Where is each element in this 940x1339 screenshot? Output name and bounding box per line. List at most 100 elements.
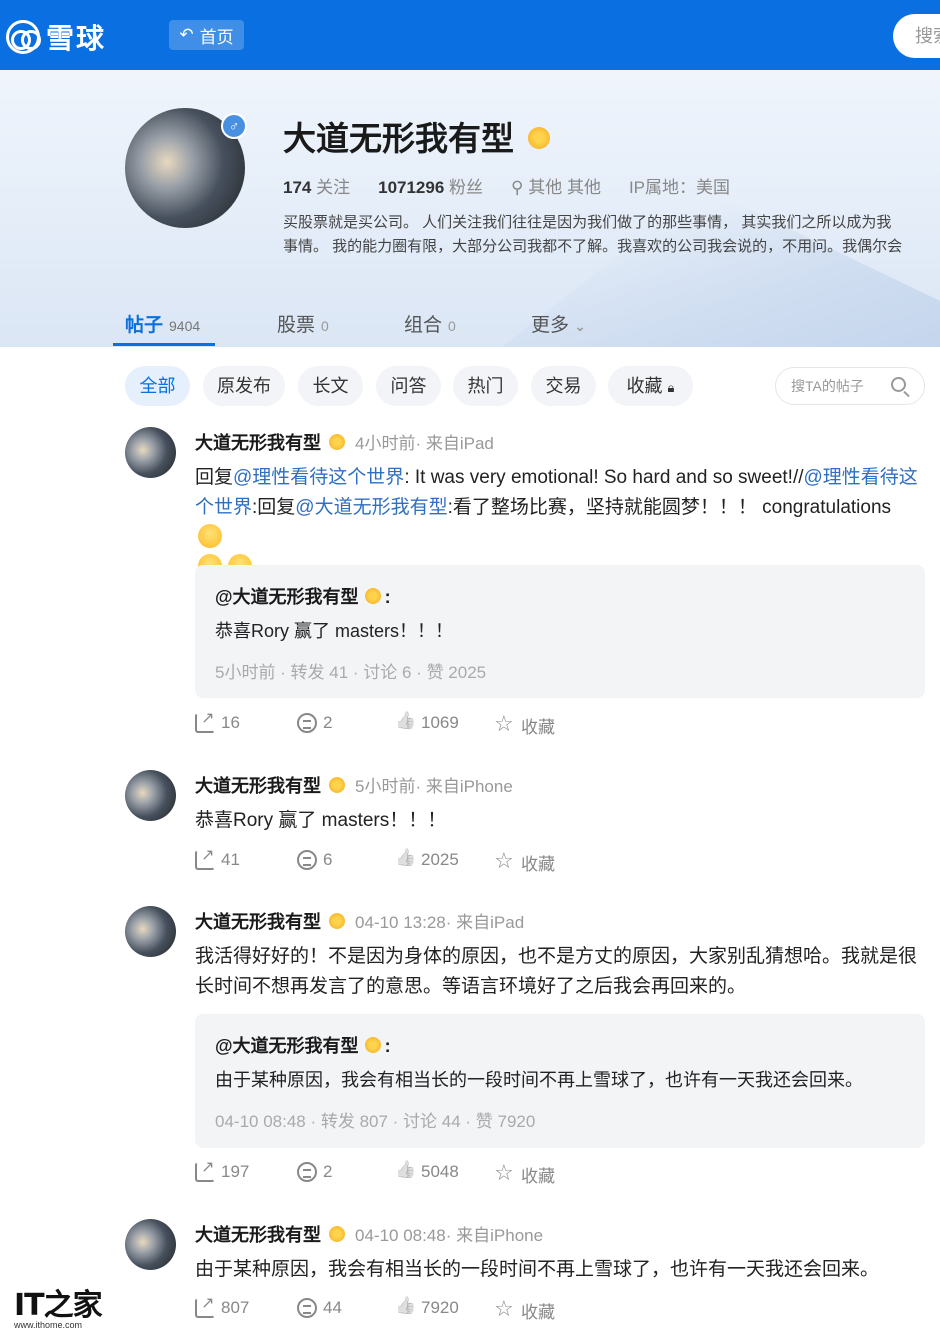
global-search-input[interactable]: 搜索 bbox=[893, 14, 940, 58]
filter-favorites[interactable]: 收藏 🔒︎ bbox=[608, 366, 693, 406]
post-avatar[interactable] bbox=[125, 1219, 176, 1270]
post-header: 大道无形我有型 4小时前· 来自iPad bbox=[195, 429, 494, 455]
filter-all[interactable]: 全部 bbox=[125, 366, 190, 406]
filter-original[interactable]: 原发布 bbox=[203, 366, 285, 406]
top-nav-bar: 雪球 ↶ 首页 搜索 bbox=[0, 0, 940, 70]
like-button[interactable]: 2025 bbox=[395, 850, 459, 870]
verified-badge-icon bbox=[329, 434, 345, 451]
tab-posts[interactable]: 帖子 9404 bbox=[125, 310, 200, 337]
post-avatar[interactable] bbox=[125, 427, 176, 478]
share-button[interactable]: 807 bbox=[195, 1293, 250, 1318]
following-stat[interactable]: 174 关注 bbox=[283, 173, 350, 198]
profile-name: 大道无形我有型 bbox=[283, 120, 514, 157]
profile-name-row: 大道无形我有型 bbox=[283, 112, 550, 160]
share-icon bbox=[195, 708, 215, 733]
quoted-text: 恭喜Rory 赢了 masters！！！ bbox=[215, 621, 454, 641]
filter-hot[interactable]: 热门 bbox=[453, 366, 518, 406]
like-button[interactable]: 5048 bbox=[395, 1162, 459, 1182]
post-card: 大道无形我有型 04-10 08:48· 来自iPhone 由于某种原因，我会有相… bbox=[0, 1219, 940, 1334]
like-button[interactable]: 7920 bbox=[395, 1298, 459, 1318]
post-author[interactable]: 大道无形我有型 bbox=[195, 912, 321, 932]
post-actions: 16 2 1069 收藏 bbox=[195, 708, 615, 739]
chevron-down-icon: ⌄ bbox=[574, 318, 587, 334]
quoted-author-row: @大道无形我有型: bbox=[215, 1036, 391, 1056]
followers-stat[interactable]: 1071296 粉丝 bbox=[378, 173, 483, 198]
tab-more-label: 更多 bbox=[531, 315, 570, 336]
quoted-author[interactable]: @大道无形我有型 bbox=[215, 587, 359, 607]
post-actions: 197 2 5048 收藏 bbox=[195, 1157, 615, 1188]
tab-stocks-count: 0 bbox=[321, 318, 329, 334]
share-button[interactable]: 197 bbox=[195, 1157, 249, 1182]
post-meta: 04-10 13:28· 来自iPad bbox=[355, 913, 525, 932]
post-author[interactable]: 大道无形我有型 bbox=[195, 776, 321, 796]
post-author[interactable]: 大道无形我有型 bbox=[195, 1225, 321, 1245]
logo-text: 雪球 bbox=[46, 23, 107, 54]
like-button[interactable]: 1069 bbox=[395, 713, 459, 733]
followers-count: 1071296 bbox=[378, 178, 445, 197]
filter-trade[interactable]: 交易 bbox=[531, 366, 596, 406]
tab-posts-label: 帖子 bbox=[125, 315, 164, 336]
mention-link[interactable]: @理性看待这个世界 bbox=[233, 467, 404, 488]
post-text: 我活得好好的！不是因为身体的原因，也不是方丈的原因，大家别乱猜想哈。我就是很长时… bbox=[195, 946, 918, 997]
profile-bio: 买股票就是买公司。 人们关注我们往往是因为我们做了的那些事情， 其实我们之所以成… bbox=[283, 211, 940, 259]
post-header: 大道无形我有型 04-10 08:48· 来自iPhone bbox=[195, 1221, 543, 1247]
verified-badge-icon bbox=[329, 913, 345, 930]
quoted-post[interactable]: @大道无形我有型: 由于某种原因，我会有相当长的一段时间不再上雪球了，也许有一天… bbox=[195, 1014, 925, 1148]
comment-button[interactable]: 2 bbox=[297, 1162, 332, 1182]
share-button[interactable]: 41 bbox=[195, 845, 240, 870]
post-text-part: 回复 bbox=[195, 467, 234, 488]
tab-portfolios[interactable]: 组合 0 bbox=[404, 310, 456, 337]
home-button[interactable]: ↶ 首页 bbox=[169, 20, 244, 50]
active-tab-indicator bbox=[113, 343, 215, 346]
tab-more[interactable]: 更多 ⌄ bbox=[531, 310, 586, 337]
favorite-button[interactable]: 收藏 bbox=[494, 711, 555, 738]
share-icon bbox=[195, 845, 215, 870]
comment-button[interactable]: 6 bbox=[297, 850, 332, 870]
thumbs-up-icon bbox=[395, 713, 415, 733]
share-count: 807 bbox=[221, 1298, 250, 1317]
share-button[interactable]: 16 bbox=[195, 708, 240, 733]
share-count: 16 bbox=[221, 713, 240, 732]
home-label: 首页 bbox=[199, 27, 234, 47]
return-icon: ↶ bbox=[179, 25, 194, 44]
filter-long-article[interactable]: 长文 bbox=[298, 366, 363, 406]
tab-stocks[interactable]: 股票 0 bbox=[277, 310, 329, 337]
profile-tabs: 帖子 9404 股票 0 组合 0 更多 ⌄ bbox=[0, 308, 940, 347]
quoted-author[interactable]: @大道无形我有型 bbox=[215, 1036, 359, 1056]
favorite-button[interactable]: 收藏 bbox=[494, 1160, 555, 1187]
favorite-label: 收藏 bbox=[521, 1303, 555, 1322]
comment-icon bbox=[297, 713, 317, 733]
xueqiu-logo-icon bbox=[6, 20, 41, 54]
filter-favorites-label: 收藏 bbox=[626, 376, 663, 396]
followers-label: 粉丝 bbox=[449, 178, 484, 197]
post-header: 大道无形我有型 5小时前· 来自iPhone bbox=[195, 772, 513, 798]
following-count: 174 bbox=[283, 178, 312, 197]
favorite-button[interactable]: 收藏 bbox=[494, 1296, 555, 1323]
ithome-logo: IT之家 bbox=[14, 1288, 103, 1323]
post-actions: 41 6 2025 收藏 bbox=[195, 845, 615, 876]
quoted-author-row: @大道无形我有型: bbox=[215, 587, 391, 607]
mention-link[interactable]: @大道无形我有型 bbox=[295, 497, 447, 518]
post-meta: 5小时前· 来自iPhone bbox=[355, 777, 513, 796]
filter-qa[interactable]: 问答 bbox=[376, 366, 441, 406]
quoted-post[interactable]: @大道无形我有型: 恭喜Rory 赢了 masters！！！ 5小时前 · 转发… bbox=[195, 565, 925, 698]
post-search-input[interactable]: 搜TA的帖子 bbox=[775, 367, 925, 405]
post-header: 大道无形我有型 04-10 13:28· 来自iPad bbox=[195, 908, 524, 934]
verified-badge-icon bbox=[364, 1037, 381, 1054]
shocked-emoji-icon bbox=[198, 523, 222, 548]
ip-location: IP属地：美国 bbox=[628, 178, 731, 197]
comment-button[interactable]: 2 bbox=[297, 713, 332, 733]
post-text: 恭喜Rory 赢了 masters！！！ bbox=[195, 810, 447, 831]
xueqiu-logo[interactable]: 雪球 bbox=[6, 17, 106, 57]
tab-portfolios-label: 组合 bbox=[404, 315, 443, 336]
post-avatar[interactable] bbox=[125, 770, 176, 821]
thumbs-up-icon bbox=[395, 1298, 415, 1318]
post-author[interactable]: 大道无形我有型 bbox=[195, 433, 321, 453]
favorite-button[interactable]: 收藏 bbox=[494, 848, 555, 875]
favorite-label: 收藏 bbox=[521, 855, 555, 874]
quoted-text: 由于某种原因，我会有相当长的一段时间不再上雪球了，也许有一天我还会回来。 bbox=[215, 1070, 863, 1090]
comment-button[interactable]: 44 bbox=[297, 1298, 342, 1318]
post-avatar[interactable] bbox=[125, 906, 176, 957]
post-meta: 04-10 08:48· 来自iPhone bbox=[355, 1226, 544, 1245]
search-icon[interactable] bbox=[891, 377, 906, 392]
